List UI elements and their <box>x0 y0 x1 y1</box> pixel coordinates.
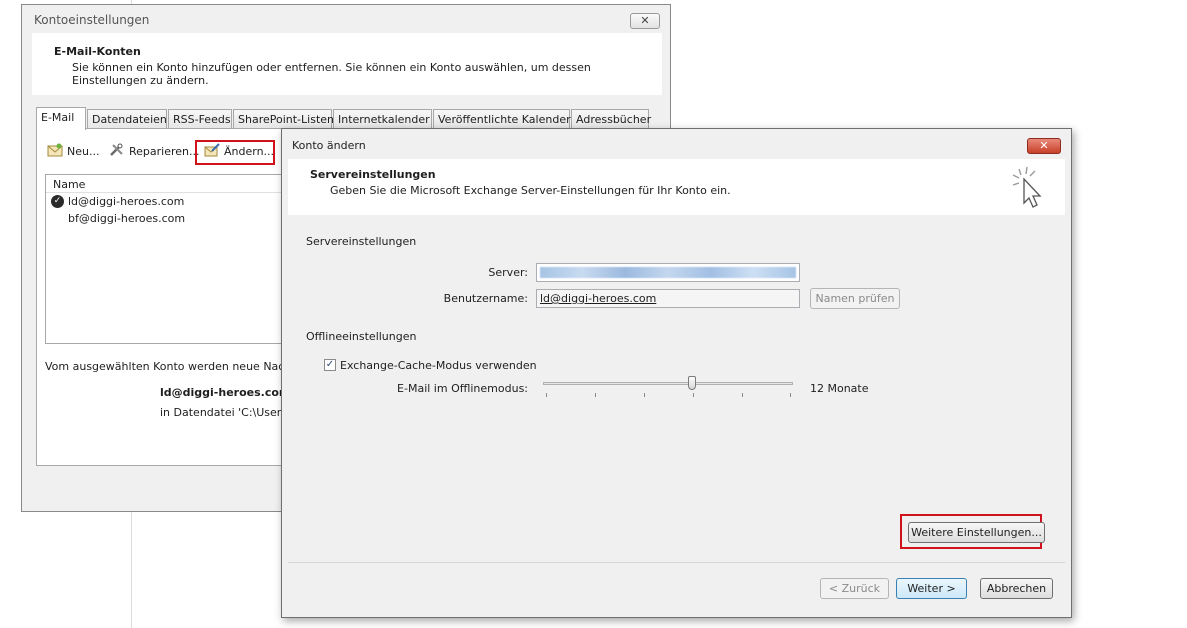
window-title: Kontoeinstellungen <box>34 13 150 27</box>
dialog-body: Servereinstellungen Server: Benutzername… <box>288 217 1065 561</box>
header-title: Servereinstellungen <box>310 168 436 181</box>
slider-tick <box>693 393 694 397</box>
server-input[interactable] <box>536 263 800 282</box>
new-account-label: Neu... <box>67 145 100 158</box>
slider-tick <box>546 393 547 397</box>
server-value-redacted <box>540 267 796 278</box>
header-title: E-Mail-Konten <box>54 45 141 58</box>
account-name: bf@diggi-heroes.com <box>68 212 186 225</box>
close-button[interactable]: ✕ <box>630 13 660 29</box>
cancel-button[interactable]: Abbrechen <box>980 578 1053 599</box>
offline-months-value: 12 Monate <box>810 382 869 395</box>
list-item[interactable]: ✓ ld@diggi-heroes.com <box>46 193 294 210</box>
slider-thumb[interactable] <box>688 376 696 390</box>
tab-data-files[interactable]: Datendateien <box>87 109 167 129</box>
change-account-dialog: Konto ändern ✕ Servereinstellungen Geben… <box>281 128 1072 618</box>
tab-published-calendars[interactable]: Veröffentlichte Kalender <box>433 109 571 129</box>
slider-tick <box>790 393 791 397</box>
account-settings-titlebar: Kontoeinstellungen ✕ <box>22 5 670 33</box>
server-label: Server: <box>488 266 528 279</box>
delivery-info-text: Vom ausgewählten Konto werden neue Nachr <box>45 360 296 373</box>
dialog-title: Konto ändern <box>292 139 366 152</box>
tools-icon <box>110 143 123 156</box>
account-name: ld@diggi-heroes.com <box>68 195 185 208</box>
close-button[interactable]: ✕ <box>1027 138 1061 154</box>
back-button[interactable]: < Zurück <box>820 578 889 599</box>
offline-settings-group-label: Offlineeinstellungen <box>306 330 417 343</box>
account-list: Name ✓ ld@diggi-heroes.com bf@diggi-hero… <box>45 174 295 344</box>
footer-separator <box>288 562 1065 563</box>
header-description: Geben Sie die Microsoft Exchange Server-… <box>330 184 731 197</box>
tab-address-books[interactable]: Adressbücher <box>571 109 651 129</box>
server-settings-group-label: Servereinstellungen <box>306 235 417 248</box>
tab-email[interactable]: E-Mail <box>36 107 86 130</box>
slider-tick <box>644 393 645 397</box>
header-description: Sie können ein Konto hinzufügen oder ent… <box>72 61 591 87</box>
tab-internet-calendars[interactable]: Internetkalender <box>333 109 432 129</box>
change-account-titlebar: Konto ändern ✕ <box>282 129 1071 159</box>
default-account-check-icon: ✓ <box>51 195 64 208</box>
change-button-highlight <box>195 140 275 165</box>
click-cursor-icon <box>1012 166 1042 208</box>
repair-button[interactable]: Reparieren... <box>109 143 200 161</box>
new-mail-icon <box>47 143 63 157</box>
delivery-data-file: in Datendatei 'C:\Users\ <box>160 406 291 419</box>
slider-tick <box>595 393 596 397</box>
cache-mode-label: Exchange-Cache-Modus verwenden <box>340 359 537 372</box>
username-input[interactable]: ld@diggi-heroes.com <box>536 289 800 308</box>
more-settings-button[interactable]: Weitere Einstellungen... <box>908 522 1045 543</box>
server-settings-header: Servereinstellungen Geben Sie die Micros… <box>288 159 1065 215</box>
slider-track <box>543 382 793 385</box>
tab-sharepoint-lists[interactable]: SharePoint-Listen <box>233 109 334 129</box>
offline-months-slider[interactable] <box>543 375 793 403</box>
check-names-button[interactable]: Namen prüfen <box>810 288 900 309</box>
list-header-name: Name <box>46 175 294 193</box>
username-value: ld@diggi-heroes.com <box>540 292 657 305</box>
next-button[interactable]: Weiter > <box>896 578 967 599</box>
repair-label: Reparieren... <box>129 145 200 158</box>
email-accounts-header: E-Mail-Konten Sie können ein Konto hinzu… <box>32 33 662 95</box>
offline-mail-label: E-Mail im Offlinemodus: <box>397 382 528 395</box>
cache-mode-checkbox[interactable]: ✓ <box>324 359 336 371</box>
list-item[interactable]: bf@diggi-heroes.com <box>46 210 294 227</box>
tab-rss-feeds[interactable]: RSS-Feeds <box>168 109 232 129</box>
new-account-button[interactable]: Neu... <box>47 143 99 161</box>
slider-tick <box>742 393 743 397</box>
username-label: Benutzername: <box>443 292 528 305</box>
